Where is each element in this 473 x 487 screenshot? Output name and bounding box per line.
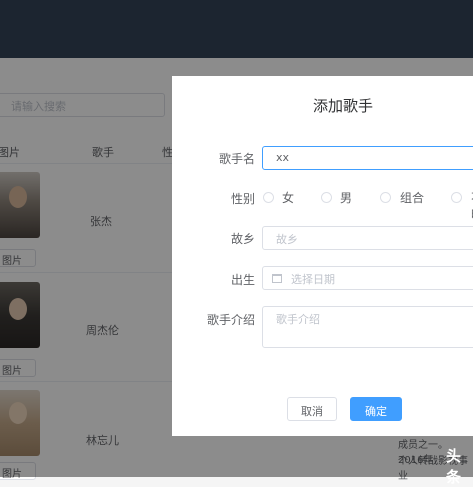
radio-label-male[interactable]: 男	[340, 189, 352, 206]
dialog-title: 添加歌手	[313, 97, 374, 115]
watermark: 头条	[446, 447, 462, 486]
radio-label-female[interactable]: 女	[282, 189, 294, 206]
radio-group[interactable]	[380, 192, 391, 203]
add-singer-dialog: 添加歌手 歌手名 xx 性别 女 男 组合 不明 故乡 故乡 出生 选择日期 歌…	[172, 76, 473, 436]
calendar-icon	[272, 274, 282, 283]
birth-date-picker[interactable]: 选择日期	[262, 266, 473, 290]
intro-textarea[interactable]: 歌手介绍	[262, 306, 473, 348]
radio-label-group[interactable]: 组合	[400, 189, 424, 206]
singer-name-input[interactable]: xx	[262, 146, 473, 170]
gender-label: 性别	[230, 192, 255, 206]
singer-name-label: 歌手名	[218, 152, 255, 166]
radio-unknown[interactable]	[451, 192, 462, 203]
radio-male[interactable]	[321, 192, 332, 203]
birth-label: 出生	[230, 273, 255, 287]
hometown-label: 故乡	[230, 232, 255, 246]
hometown-input[interactable]: 故乡	[262, 226, 473, 250]
top-navbar	[0, 0, 473, 58]
cancel-button[interactable]: 取消	[287, 397, 337, 421]
intro-label: 歌手介绍	[206, 313, 255, 327]
radio-female[interactable]	[263, 192, 274, 203]
confirm-button[interactable]: 确定	[350, 397, 402, 421]
